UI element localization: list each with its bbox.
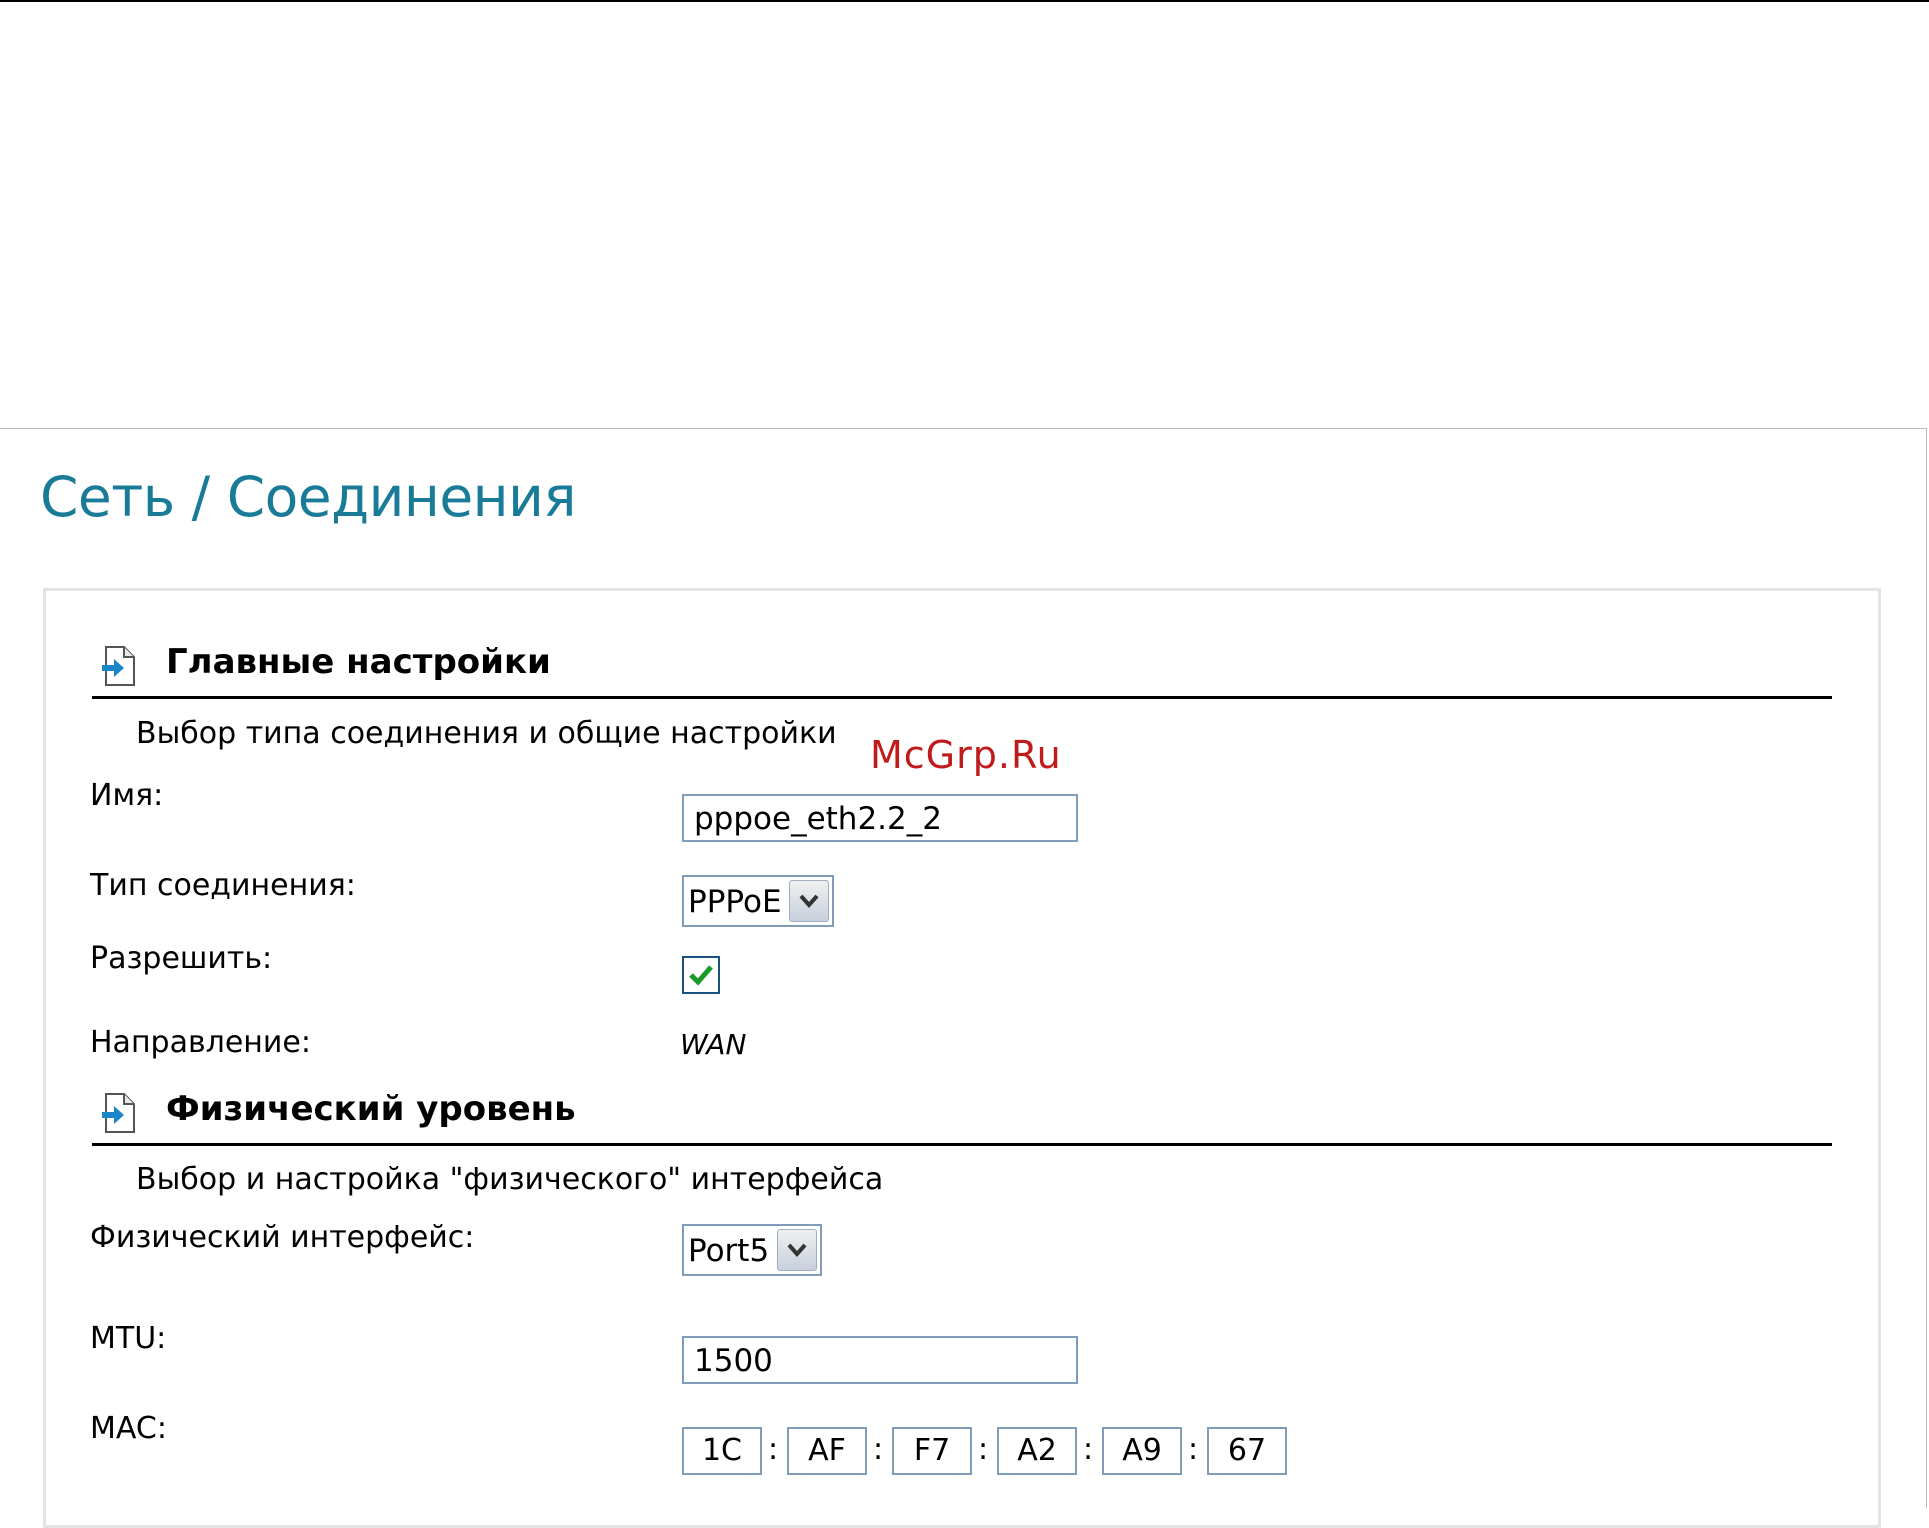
mac-octet-input[interactable]: AF: [787, 1427, 867, 1475]
physical-interface-value: Port5: [688, 1233, 770, 1269]
mac-octet-input[interactable]: A2: [997, 1427, 1077, 1475]
section-header-physical: Физический уровень: [92, 1087, 1832, 1146]
mtu-input[interactable]: 1500: [682, 1336, 1078, 1384]
name-input[interactable]: pppoe_eth2.2_2: [682, 794, 1078, 842]
physical-interface-select[interactable]: Port5: [682, 1224, 822, 1276]
section-description: Выбор типа соединения и общие настройки: [136, 716, 837, 751]
document-arrow-icon: [102, 1093, 136, 1133]
mac-octet-input[interactable]: F7: [892, 1427, 972, 1475]
mac-separator: :: [768, 1432, 779, 1467]
physical-interface-label: Физический интерфейс:: [90, 1220, 475, 1255]
connection-type-value: PPPoE: [688, 884, 782, 920]
enable-checkbox[interactable]: [682, 956, 720, 994]
direction-value: WAN: [680, 1028, 747, 1061]
direction-label: Направление:: [90, 1025, 311, 1060]
mac-octet-input[interactable]: 67: [1207, 1427, 1287, 1475]
name-label: Имя:: [90, 778, 164, 813]
section-title: Главные настройки: [166, 642, 551, 682]
top-rule: [0, 0, 1929, 2]
connection-type-select[interactable]: PPPoE: [682, 875, 834, 927]
mac-separator: :: [978, 1432, 989, 1467]
section-title: Физический уровень: [166, 1089, 576, 1129]
connection-type-label: Тип соединения:: [90, 868, 356, 903]
page-title: Сеть / Соединения: [40, 465, 576, 529]
section-header-main: Главные настройки: [92, 640, 1832, 699]
mac-separator: :: [873, 1432, 884, 1467]
enable-label: Разрешить:: [90, 941, 273, 976]
document-arrow-icon: [102, 646, 136, 686]
chevron-down-icon[interactable]: [789, 880, 829, 922]
checkmark-icon: [689, 965, 713, 986]
mac-separator: :: [1083, 1432, 1094, 1467]
mac-octet-input[interactable]: A9: [1102, 1427, 1182, 1475]
section-description: Выбор и настройка "физического" интерфей…: [136, 1162, 884, 1197]
mac-label: MAC:: [90, 1411, 167, 1446]
mac-separator: :: [1188, 1432, 1199, 1467]
watermark: McGrp.Ru: [870, 733, 1062, 777]
mac-octet-input[interactable]: 1C: [682, 1427, 762, 1475]
mtu-label: MTU:: [90, 1321, 167, 1356]
chevron-down-icon[interactable]: [777, 1229, 817, 1271]
